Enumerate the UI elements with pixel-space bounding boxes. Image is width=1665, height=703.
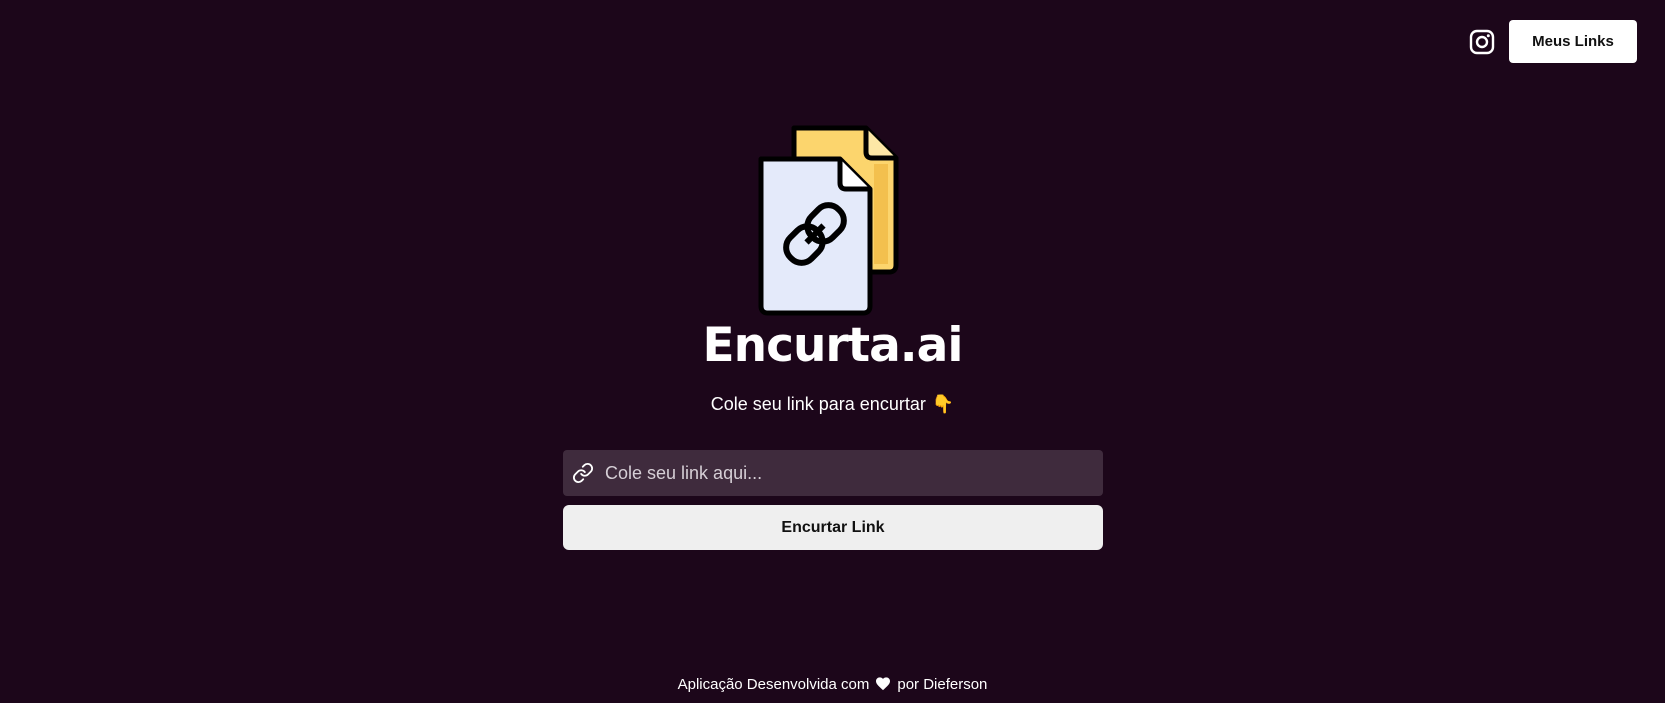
pointing-down-icon: 👇 [931, 394, 955, 414]
url-input-container[interactable] [563, 450, 1103, 496]
heart-icon [875, 676, 891, 697]
footer: Aplicação Desenvolvida com por Dieferson [0, 675, 1665, 697]
url-input[interactable] [605, 450, 1103, 496]
my-links-button[interactable]: Meus Links [1509, 20, 1637, 63]
app-title: Encurta.ai [702, 318, 964, 373]
instagram-icon[interactable] [1469, 29, 1495, 55]
subtitle-text: Cole seu link para encurtar [710, 394, 926, 414]
footer-text-after: por Dieferson [897, 676, 988, 693]
subtitle: Cole seu link para encurtar 👇 [0, 392, 1665, 416]
shorten-link-button[interactable]: Encurtar Link [563, 505, 1103, 550]
header-actions: Meus Links [1469, 20, 1637, 63]
document-link-logo [756, 124, 912, 319]
page: Meus Links Encurta.ai Cole seu link para… [0, 0, 1665, 703]
footer-text-before: Aplicação Desenvolvida com [677, 676, 870, 693]
link-icon [571, 461, 595, 485]
